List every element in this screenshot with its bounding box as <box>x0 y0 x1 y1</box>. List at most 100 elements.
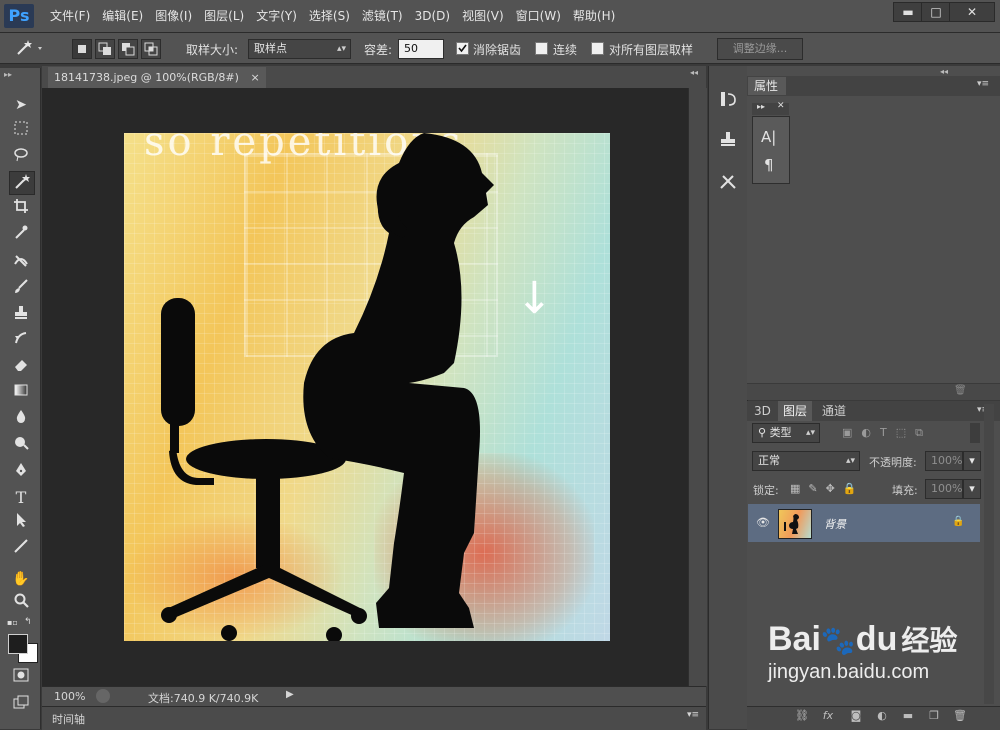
history-panel-icon[interactable] <box>718 90 738 110</box>
layer-filter-icons[interactable]: ▣◐T⬚⧉ <box>842 426 962 440</box>
default-colors-icon[interactable]: ▪▫ <box>7 618 18 627</box>
tool-presets-panel-icon[interactable] <box>718 172 738 192</box>
intersect-selection-icon[interactable] <box>141 39 161 59</box>
tolerance-input[interactable]: 50 <box>398 39 444 59</box>
fill-input[interactable]: 100% <box>925 479 963 499</box>
canvas-image[interactable]: so repetitions ↓ <box>124 133 610 641</box>
new-group-icon[interactable]: ▬ <box>900 709 916 723</box>
adjustment-layer-icon[interactable]: ◐ <box>874 709 890 723</box>
menu-3d[interactable]: 3D(D) <box>409 0 456 32</box>
all-layers-checkbox[interactable] <box>591 42 604 55</box>
layer-lock-icon[interactable]: 🔒 <box>952 516 964 527</box>
tab-properties[interactable]: 属性 <box>748 77 786 95</box>
layer-style-icon[interactable]: fx <box>820 709 836 723</box>
character-panel-expand-icon[interactable]: ▸▸ <box>757 102 765 111</box>
brush-tool-icon[interactable] <box>9 278 33 300</box>
collapse-panels-icon[interactable]: ◂◂ <box>690 68 698 77</box>
menu-layer[interactable]: 图层(L) <box>198 0 250 32</box>
menu-help[interactable]: 帮助(H) <box>567 0 621 32</box>
clone-stamp-tool-icon[interactable] <box>9 304 33 326</box>
properties-menu-icon[interactable]: ▾≡ <box>977 79 989 89</box>
minimize-button[interactable]: ▬ <box>893 2 923 22</box>
menu-filter[interactable]: 滤镜(T) <box>356 0 409 32</box>
blend-mode-select[interactable]: 正常 ▴▾ <box>752 451 860 471</box>
delete-layer-icon[interactable]: 🗑 <box>952 709 968 723</box>
eraser-tool-icon[interactable] <box>9 356 33 378</box>
dodge-tool-icon[interactable] <box>9 434 33 456</box>
watermark-brand: Bai <box>768 620 821 658</box>
subtract-selection-icon[interactable] <box>118 39 138 59</box>
photoshop-logo: Ps <box>4 4 34 28</box>
main-menu: 文件(F) 编辑(E) 图像(I) 图层(L) 文字(Y) 选择(S) 滤镜(T… <box>44 0 621 32</box>
maximize-button[interactable]: □ <box>921 2 951 22</box>
zoom-tool-icon[interactable] <box>9 592 33 614</box>
crop-tool-icon[interactable] <box>9 198 33 220</box>
menu-file[interactable]: 文件(F) <box>44 0 96 32</box>
contiguous-checkbox[interactable] <box>535 42 548 55</box>
status-menu-arrow-icon[interactable]: ▶ <box>286 689 294 700</box>
layer-filter-select[interactable]: ⚲ 类型 ▴▾ <box>752 423 820 443</box>
eyedropper-tool-icon[interactable] <box>9 224 33 246</box>
filter-toggle-switch[interactable] <box>970 423 980 443</box>
layer-visibility-eye-icon[interactable]: 👁 <box>756 516 770 529</box>
paragraph-icon[interactable]: ¶ <box>764 156 774 174</box>
history-brush-tool-icon[interactable] <box>9 330 33 352</box>
marquee-tool-icon[interactable] <box>9 120 33 142</box>
character-icon[interactable]: A| <box>761 128 776 146</box>
path-selection-tool-icon[interactable] <box>9 512 33 534</box>
collapse-toolbar-icon[interactable]: ▸▸ <box>4 70 12 79</box>
vertical-scrollbar[interactable] <box>688 88 707 686</box>
zoom-level[interactable]: 100% <box>54 690 85 703</box>
link-layers-icon[interactable]: ⛓ <box>794 709 810 723</box>
type-tool-icon[interactable]: T <box>9 487 33 509</box>
tab-channels[interactable]: 通道 <box>817 401 851 421</box>
lasso-tool-icon[interactable] <box>9 146 33 168</box>
line-tool-icon[interactable] <box>9 538 33 560</box>
document-size-info: 文档:740.9 K/740.9K <box>148 692 259 705</box>
swap-colors-icon[interactable]: ↰ <box>24 617 32 627</box>
opacity-dropdown-icon[interactable]: ▾ <box>963 451 981 471</box>
blur-tool-icon[interactable] <box>9 408 33 430</box>
antialias-checkbox[interactable] <box>456 42 469 55</box>
move-tool-icon[interactable]: ➤ <box>9 94 33 116</box>
add-selection-icon[interactable] <box>95 39 115 59</box>
close-window-button[interactable]: ✕ <box>949 2 995 22</box>
lock-options-icons[interactable]: ▦✎✥🔒 <box>790 482 865 495</box>
menu-view[interactable]: 视图(V) <box>456 0 510 32</box>
clone-source-panel-icon[interactable] <box>718 130 738 150</box>
add-mask-icon[interactable]: ◙ <box>848 709 864 723</box>
status-export-icon[interactable] <box>96 689 110 703</box>
timeline-label[interactable]: 时间轴 <box>52 711 85 727</box>
menu-image[interactable]: 图像(I) <box>149 0 198 32</box>
layer-name[interactable]: 背景 <box>824 516 846 532</box>
foreground-color-swatch[interactable] <box>8 634 28 654</box>
refine-edge-button[interactable]: 调整边缘... <box>717 38 803 60</box>
fill-dropdown-icon[interactable]: ▾ <box>963 479 981 499</box>
layers-scrollbar[interactable] <box>984 404 994 704</box>
magic-wand-tool-icon[interactable] <box>9 171 35 195</box>
collapse-properties-icon[interactable]: ◂◂ <box>940 67 948 76</box>
healing-brush-tool-icon[interactable] <box>9 252 33 274</box>
magic-wand-preset-icon[interactable] <box>8 38 48 58</box>
properties-trash-icon[interactable]: 🗑 <box>954 385 967 396</box>
woman-chair-silhouette <box>161 133 494 641</box>
new-selection-icon[interactable] <box>72 39 92 59</box>
timeline-menu-icon[interactable]: ▾≡ <box>687 710 699 720</box>
opacity-input[interactable]: 100% <box>925 451 963 471</box>
gradient-tool-icon[interactable] <box>9 382 33 404</box>
menu-window[interactable]: 窗口(W) <box>510 0 567 32</box>
menu-select[interactable]: 选择(S) <box>303 0 356 32</box>
close-tab-icon[interactable]: × <box>250 71 259 84</box>
screen-mode-icon[interactable] <box>9 694 33 716</box>
character-panel-close-icon[interactable]: ✕ <box>777 101 785 111</box>
tab-layers[interactable]: 图层 <box>778 401 813 421</box>
quick-mask-icon[interactable] <box>9 667 33 689</box>
document-tab[interactable]: 18141738.jpeg @ 100%(RGB/8#) × <box>48 67 266 88</box>
menu-type[interactable]: 文字(Y) <box>250 0 303 32</box>
tab-3d[interactable]: 3D <box>749 401 776 421</box>
sample-size-select[interactable]: 取样点 ▴▾ <box>248 39 351 59</box>
hand-tool-icon[interactable]: ✋ <box>9 568 33 590</box>
menu-edit[interactable]: 编辑(E) <box>96 0 149 32</box>
new-layer-icon[interactable]: ❐ <box>926 709 942 723</box>
pen-tool-icon[interactable] <box>9 462 33 484</box>
